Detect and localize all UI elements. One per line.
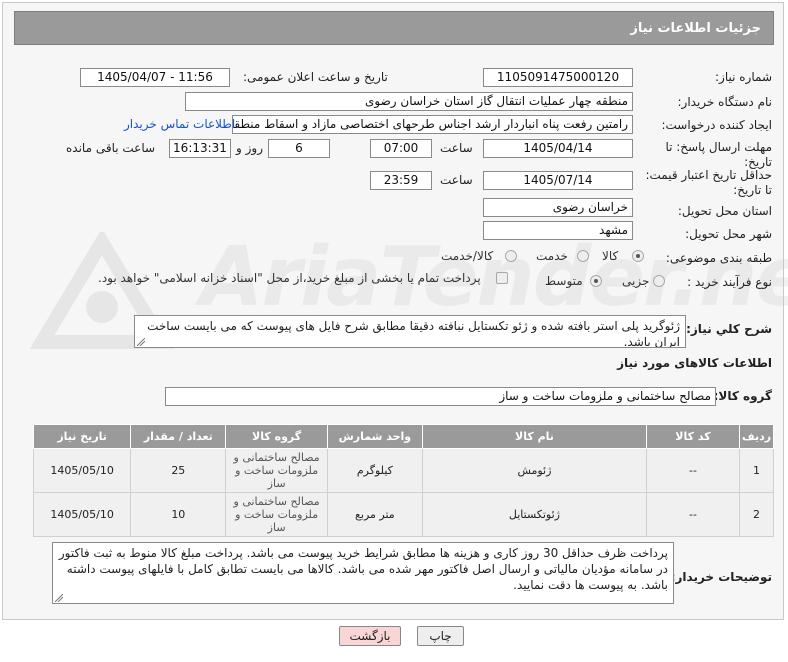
validity-label: حداقل تاریخ اعتبار قیمت: تا تاریخ:: [645, 168, 772, 197]
cell-group: مصالح ساختمانی و ملزومات ساخت و ساز: [225, 448, 328, 493]
description-label: شرح کلي نياز:: [686, 322, 772, 336]
category-option-goods: کالا: [602, 249, 619, 263]
deadline-label: مهلت ارسال پاسخ: تا تاریخ:: [665, 140, 772, 169]
resize-handle-icon[interactable]: [137, 338, 145, 346]
cell-name: ژئوتکستایل: [421, 492, 647, 537]
page-title: جزئیات اطلاعات نیاز: [14, 11, 774, 45]
deadline-time-field[interactable]: 07:00: [370, 139, 432, 158]
category-radio-service[interactable]: [577, 250, 589, 262]
remaining-time-field[interactable]: 16:13:31: [169, 139, 231, 158]
back-button[interactable]: بازگشت: [339, 626, 401, 646]
col-row: ردیف: [738, 424, 775, 449]
category-option-service: خدمت: [536, 249, 568, 263]
description-textarea[interactable]: ژئوگرید پلی استر بافته شده و ژئو تکستایل…: [134, 315, 686, 348]
purchase-option-medium: متوسط: [545, 274, 583, 288]
buyer-contact-link[interactable]: اطلاعات تماس خریدار: [124, 117, 235, 131]
description-text: ژئوگرید پلی استر بافته شده و ژئو تکستایل…: [147, 319, 680, 348]
goods-table: ردیف کد کالا نام کالا واحد شمارش گروه کا…: [32, 424, 775, 537]
requester-field[interactable]: رامتین رفعت پناه انباردار ارشد اجناس طرح…: [232, 115, 633, 134]
cell-qty: 10: [130, 492, 227, 537]
cell-code: --: [645, 448, 740, 493]
province-label: استان محل تحویل:: [677, 204, 772, 218]
print-button[interactable]: چاپ: [417, 626, 464, 646]
goods-info-title: اطلاعات کالاهای مورد نیاز: [617, 356, 772, 370]
buyer-org-label: نام دستگاه خریدار:: [677, 95, 773, 109]
cell-group: مصالح ساختمانی و ملزومات ساخت و ساز: [225, 492, 328, 537]
cell-unit: کیلوگرم: [326, 448, 423, 493]
deadline-date-field[interactable]: 1405/04/14: [483, 139, 633, 158]
cell-code: --: [645, 492, 740, 537]
purchase-type-label: نوع فرآیند خرید :: [687, 275, 772, 289]
validity-time-label: ساعت: [440, 173, 473, 187]
announce-datetime-label: تاریخ و ساعت اعلان عمومی:: [243, 70, 388, 84]
category-option-both: کالا/خدمت: [441, 249, 494, 263]
city-label: شهر محل تحویل:: [685, 227, 772, 241]
cell-unit: متر مربع: [326, 492, 423, 537]
purchase-option-minor: جزیی: [622, 274, 650, 288]
buyer-notes-text: پرداخت ظرف حداقل 30 روز کاری و هزینه ها …: [58, 546, 668, 592]
goods-group-field[interactable]: مصالح ساختمانی و ملزومات ساخت و ساز: [165, 387, 716, 406]
city-field[interactable]: مشهد: [483, 221, 633, 240]
buyer-notes-textarea[interactable]: پرداخت ظرف حداقل 30 روز کاری و هزینه ها …: [52, 542, 674, 604]
table-row[interactable]: 1 -- ژئومش کیلوگرم مصالح ساختمانی و ملزو…: [32, 448, 775, 493]
validity-time-field[interactable]: 23:59: [370, 171, 432, 190]
days-field[interactable]: 6: [268, 139, 330, 158]
treasury-payment-checkbox[interactable]: [496, 272, 508, 284]
province-field[interactable]: خراسان رضوی: [483, 198, 633, 217]
purchase-radio-minor[interactable]: [653, 275, 665, 287]
col-group: گروه کالا: [225, 424, 328, 449]
need-number-label: شماره نیاز:: [715, 70, 772, 84]
cell-date: 1405/05/10: [32, 448, 132, 493]
cell-row: 1: [738, 448, 775, 493]
cell-qty: 25: [130, 448, 227, 493]
col-code: کد کالا: [645, 424, 740, 449]
goods-group-label: گروه کالا:: [713, 389, 772, 403]
buyer-notes-label: توضیحات خریدار:: [670, 570, 772, 584]
buyer-org-field[interactable]: منطقه چهار عملیات انتقال گاز استان خراسا…: [185, 92, 633, 111]
validity-date-field[interactable]: 1405/07/14: [483, 171, 633, 190]
treasury-payment-note: پرداخت تمام یا بخشی از مبلغ خرید،از محل …: [98, 271, 481, 285]
purchase-radio-medium[interactable]: [590, 275, 602, 287]
day-and-label: روز و: [236, 141, 263, 155]
announce-datetime-field[interactable]: 1405/04/07 - 11:56: [80, 68, 230, 87]
deadline-time-label: ساعت: [440, 141, 473, 155]
col-qty: تعداد / مقدار: [130, 424, 227, 449]
category-label: طبقه بندی موضوعی:: [665, 251, 772, 265]
col-name: نام کالا: [421, 424, 647, 449]
category-radio-goods[interactable]: [632, 250, 644, 262]
need-number-field[interactable]: 1105091475000120: [483, 68, 633, 87]
cell-row: 2: [738, 492, 775, 537]
category-radio-both[interactable]: [505, 250, 517, 262]
table-row[interactable]: 2 -- ژئوتکستایل متر مربع مصالح ساختمانی …: [32, 492, 775, 537]
cell-date: 1405/05/10: [32, 492, 132, 537]
col-date: تاریخ نیاز: [32, 424, 132, 449]
resize-handle-icon[interactable]: [55, 594, 63, 602]
requester-label: ایجاد کننده درخواست:: [661, 118, 772, 132]
hours-left-label: ساعت باقی مانده: [66, 141, 156, 155]
cell-name: ژئومش: [421, 448, 647, 493]
col-unit: واحد شمارش: [326, 424, 423, 449]
